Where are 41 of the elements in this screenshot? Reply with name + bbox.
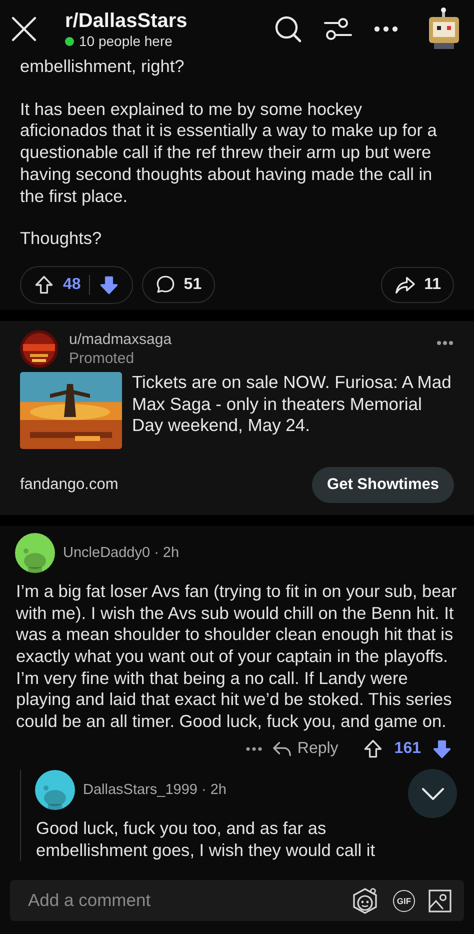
- username[interactable]: u/madmaxsaga: [69, 330, 425, 349]
- share-button[interactable]: 11: [381, 266, 454, 303]
- more-icon[interactable]: [246, 746, 262, 751]
- close-icon[interactable]: [10, 15, 38, 43]
- reply-icon: [272, 740, 292, 758]
- online-count: 10 people here: [79, 33, 172, 50]
- post-text: embellishment, right?: [20, 56, 186, 78]
- comment-field[interactable]: Add a comment GIF: [10, 880, 464, 921]
- gif-button[interactable]: GIF: [393, 890, 415, 912]
- reply-button[interactable]: Reply: [272, 740, 352, 758]
- downvote-icon[interactable]: [431, 738, 453, 760]
- post-text: It has been explained to me by some hockey aficionados that it is essentially a way to make up for a questionable call if the ref threw their arm up but were having second thoughts about having made the call in the first place.: [20, 98, 438, 208]
- upvote-icon[interactable]: [33, 274, 55, 296]
- comment-icon: [154, 274, 176, 296]
- ad-link[interactable]: fandango.com: [20, 476, 118, 494]
- comment-text: I’m a big fat loser Avs fan (trying to fit in on your sub, bear with me). I wish the Avs sub would chill on the Benn hit. It was a mean shoulder to shoulder clean enough hit that is exactly what you want out of your captain in the playoffs. I’m very fine with that being a no call. If Landy were playing and laid that exact hit we’d be stoked. This series could be an all timer. Good luck, fuck you, and game on.: [16, 580, 458, 733]
- snoo-face-icon[interactable]: [350, 886, 380, 916]
- comment-byline: UncleDaddy0 · 2h: [63, 544, 180, 561]
- ad-text: Tickets are on sale NOW. Furiosa: A Mad Max Saga - only in theaters Memorial Day weekend, May 24.: [132, 372, 452, 438]
- avatar-icon[interactable]: [15, 532, 55, 573]
- online-dot: [65, 37, 74, 46]
- comment-byline: DallasStars_1999 · 2h: [83, 782, 226, 798]
- vote-count: 161: [394, 740, 421, 758]
- showtimes-button[interactable]: Get Showtimes: [312, 466, 454, 503]
- chevron-down-icon: [422, 788, 444, 800]
- more-icon[interactable]: [436, 340, 454, 346]
- post-text: Thoughts?: [20, 228, 103, 250]
- image-icon[interactable]: [428, 888, 452, 912]
- subreddit-title: r/DallasStars: [65, 10, 188, 33]
- vote-count: 48: [63, 276, 81, 294]
- search-icon[interactable]: [274, 15, 302, 43]
- filter-icon[interactable]: [324, 16, 352, 42]
- upvote-icon[interactable]: [362, 738, 384, 760]
- avatar-icon[interactable]: [35, 770, 75, 810]
- comments-button[interactable]: 51: [142, 266, 215, 303]
- comment-text: Good luck, fuck you too, and as far as embellishment goes, I wish they would call it: [36, 818, 376, 862]
- more-icon[interactable]: [374, 26, 398, 32]
- downvote-icon[interactable]: [98, 274, 120, 296]
- share-icon: [394, 274, 416, 295]
- promoted-label: Promoted: [69, 348, 136, 368]
- scroll-down-button[interactable]: [408, 769, 457, 818]
